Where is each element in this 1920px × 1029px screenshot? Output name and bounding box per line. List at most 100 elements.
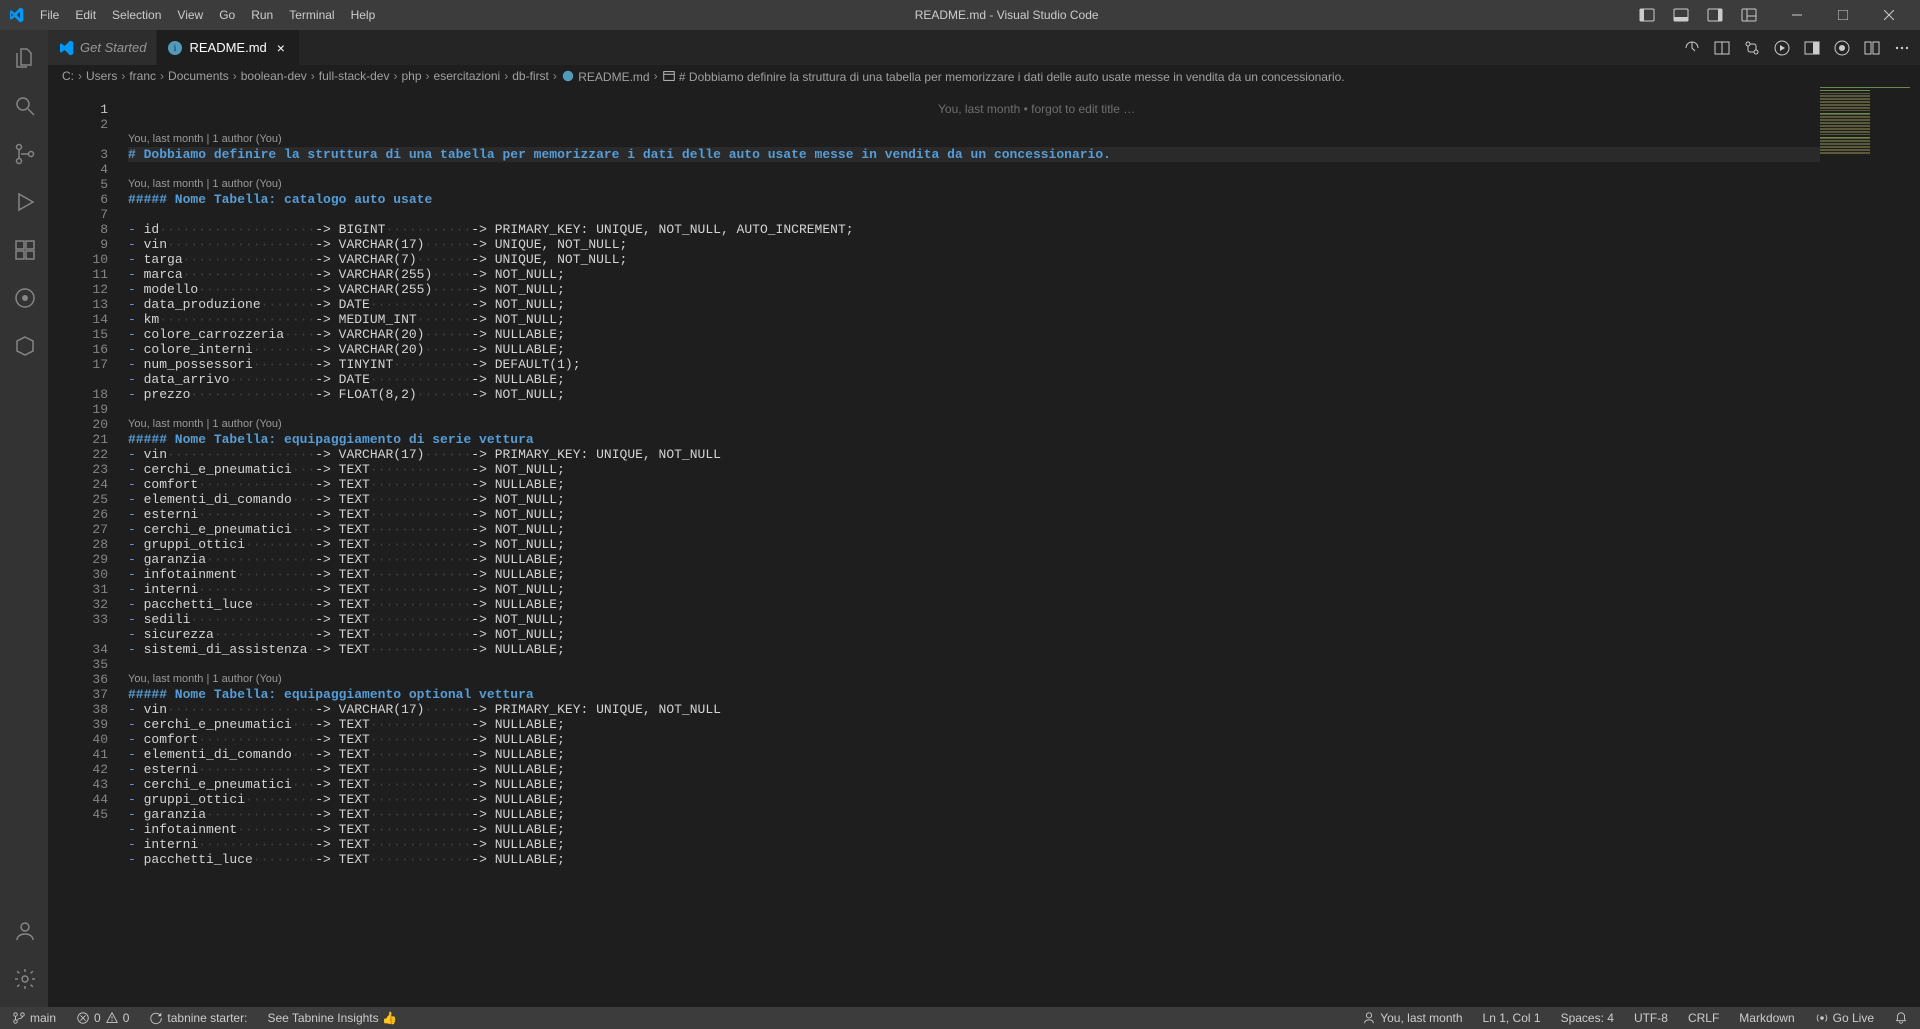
close-button[interactable] (1866, 0, 1912, 30)
layout-panel-icon[interactable] (1664, 0, 1698, 30)
code-line[interactable]: - interni···············-> TEXT·········… (128, 582, 1820, 597)
code-line[interactable]: - infotainment··········-> TEXT·········… (128, 822, 1820, 837)
menu-go[interactable]: Go (211, 8, 243, 22)
minimap[interactable] (1820, 87, 1920, 1007)
code-line[interactable]: - cerchi_e_pneumatici···-> TEXT·········… (128, 522, 1820, 537)
menu-run[interactable]: Run (243, 8, 281, 22)
status-tabnine-starter[interactable]: tabnine starter: (145, 1011, 251, 1025)
code-line[interactable]: - gruppi_ottici·········-> TEXT·········… (128, 537, 1820, 552)
activity-run-debug[interactable] (0, 178, 48, 226)
open-preview-side-icon[interactable] (1712, 38, 1732, 58)
code-line[interactable]: - num_possessori········-> TINYINT······… (128, 357, 1820, 372)
git-compare-icon[interactable] (1742, 38, 1762, 58)
activity-accounts[interactable] (0, 907, 48, 955)
status-branch[interactable]: main (8, 1011, 60, 1025)
code-line[interactable]: ##### Nome Tabella: equipaggiamento di s… (128, 432, 1820, 447)
code-line[interactable]: - cerchi_e_pneumatici···-> TEXT·········… (128, 462, 1820, 477)
layout-sidebar-left-icon[interactable] (1630, 0, 1664, 30)
code-line[interactable]: - id····················-> BIGINT·······… (128, 222, 1820, 237)
code-line[interactable]: - colore_interni········-> VARCHAR(20)··… (128, 342, 1820, 357)
code-line[interactable]: - garanzia··············-> TEXT·········… (128, 807, 1820, 822)
split-right-icon[interactable] (1802, 38, 1822, 58)
activity-settings[interactable] (0, 955, 48, 1003)
breadcrumb-item[interactable]: Users (86, 69, 117, 83)
breadcrumb-item[interactable]: # Dobbiamo definire la struttura di una … (662, 69, 1345, 84)
code-line[interactable] (128, 402, 1820, 417)
breadcrumb-item[interactable]: franc (129, 69, 156, 83)
code-line[interactable]: # Dobbiamo definire la struttura di una … (128, 147, 1820, 162)
code-line[interactable]: - vin···················-> VARCHAR(17)··… (128, 447, 1820, 462)
code-line[interactable] (128, 207, 1820, 222)
code-line[interactable]: - infotainment··········-> TEXT·········… (128, 567, 1820, 582)
activity-extensions[interactable] (0, 226, 48, 274)
codelens[interactable]: You, last month | 1 author (You) (128, 132, 1820, 147)
code-line[interactable] (128, 162, 1820, 177)
code-line[interactable]: - pacchetti_luce········-> TEXT·········… (128, 597, 1820, 612)
more-actions-icon[interactable] (1892, 38, 1912, 58)
breadcrumb-item[interactable]: esercitazioni (434, 69, 501, 83)
menu-view[interactable]: View (169, 8, 211, 22)
status-tabnine-insights[interactable]: See Tabnine Insights 👍 (263, 1011, 400, 1025)
status-problems[interactable]: 0 0 (72, 1011, 133, 1025)
status-cursor[interactable]: Ln 1, Col 1 (1479, 1011, 1545, 1025)
code-line[interactable]: - pacchetti_luce········-> TEXT·········… (128, 852, 1820, 867)
activity-gitlens[interactable] (0, 274, 48, 322)
code-line[interactable]: - vin···················-> VARCHAR(17)··… (128, 702, 1820, 717)
code-line[interactable]: ##### Nome Tabella: catalogo auto usate (128, 192, 1820, 207)
gitlens-toggle-icon[interactable] (1682, 38, 1702, 58)
code-line[interactable]: - marca·················-> VARCHAR(255)·… (128, 267, 1820, 282)
breadcrumb-item[interactable]: full-stack-dev (319, 69, 390, 83)
code-line[interactable] (128, 657, 1820, 672)
split-editor-icon[interactable] (1862, 38, 1882, 58)
code-line[interactable]: - esterni···············-> TEXT·········… (128, 507, 1820, 522)
code-content[interactable]: You, last month • forgot to edit title …… (128, 87, 1820, 1007)
code-line[interactable]: - colore_carrozzeria····-> VARCHAR(20)··… (128, 327, 1820, 342)
code-line[interactable]: ##### Nome Tabella: equipaggiamento opti… (128, 687, 1820, 702)
breadcrumb-item[interactable]: db-first (512, 69, 549, 83)
code-line[interactable]: - comfort···············-> TEXT·········… (128, 477, 1820, 492)
menu-help[interactable]: Help (343, 8, 384, 22)
code-line[interactable]: - prezzo················-> FLOAT(8,2)···… (128, 387, 1820, 402)
code-line[interactable]: - interni···············-> TEXT·········… (128, 837, 1820, 852)
run-icon[interactable] (1772, 38, 1792, 58)
code-line[interactable]: - sicurezza·············-> TEXT·········… (128, 627, 1820, 642)
status-eol[interactable]: CRLF (1684, 1011, 1723, 1025)
status-encoding[interactable]: UTF-8 (1630, 1011, 1672, 1025)
code-line[interactable]: - data_arrivo···········-> DATE·········… (128, 372, 1820, 387)
maximize-button[interactable] (1820, 0, 1866, 30)
breadcrumb-item[interactable]: C: (62, 69, 74, 83)
activity-explorer[interactable] (0, 34, 48, 82)
status-spaces[interactable]: Spaces: 4 (1557, 1011, 1618, 1025)
code-line[interactable]: - cerchi_e_pneumatici···-> TEXT·········… (128, 777, 1820, 792)
code-line[interactable]: - vin···················-> VARCHAR(17)··… (128, 237, 1820, 252)
breadcrumb-item[interactable]: php (401, 69, 421, 83)
code-line[interactable]: - elementi_di_comando···-> TEXT·········… (128, 747, 1820, 762)
breadcrumb-item[interactable]: README.md (561, 69, 650, 84)
close-icon[interactable]: × (273, 40, 289, 56)
code-line[interactable]: - garanzia··············-> TEXT·········… (128, 552, 1820, 567)
layout-sidebar-right-icon[interactable] (1698, 0, 1732, 30)
status-golive[interactable]: Go Live (1811, 1011, 1878, 1025)
tab-get-started[interactable]: Get Started (48, 30, 157, 65)
code-line[interactable]: - sistemi_di_assistenza·-> TEXT·········… (128, 642, 1820, 657)
breadcrumb-item[interactable]: boolean-dev (241, 69, 307, 83)
code-line[interactable]: - data_produzione·······-> DATE·········… (128, 297, 1820, 312)
layout-customize-icon[interactable] (1732, 0, 1766, 30)
code-line[interactable]: - cerchi_e_pneumatici···-> TEXT·········… (128, 717, 1820, 732)
status-blame[interactable]: You, last month (1358, 1011, 1466, 1025)
codelens[interactable]: You, last month | 1 author (You) (128, 177, 1820, 192)
tab-readme-md[interactable]: iREADME.md× (157, 30, 299, 65)
editor-body[interactable]: 1234567891011121314151617181920212223242… (48, 87, 1920, 1007)
code-line[interactable]: - sedili················-> TEXT·········… (128, 612, 1820, 627)
activity-docker[interactable] (0, 322, 48, 370)
code-line[interactable]: - gruppi_ottici·········-> TEXT·········… (128, 792, 1820, 807)
code-line[interactable]: - targa·················-> VARCHAR(7)···… (128, 252, 1820, 267)
code-line[interactable]: - modello···············-> VARCHAR(255)·… (128, 282, 1820, 297)
codelens[interactable]: You, last month | 1 author (You) (128, 417, 1820, 432)
menu-selection[interactable]: Selection (104, 8, 169, 22)
menu-terminal[interactable]: Terminal (281, 8, 342, 22)
menu-edit[interactable]: Edit (67, 8, 104, 22)
tabnine-icon[interactable] (1832, 38, 1852, 58)
code-line[interactable]: - elementi_di_comando···-> TEXT·········… (128, 492, 1820, 507)
menu-file[interactable]: File (32, 8, 67, 22)
